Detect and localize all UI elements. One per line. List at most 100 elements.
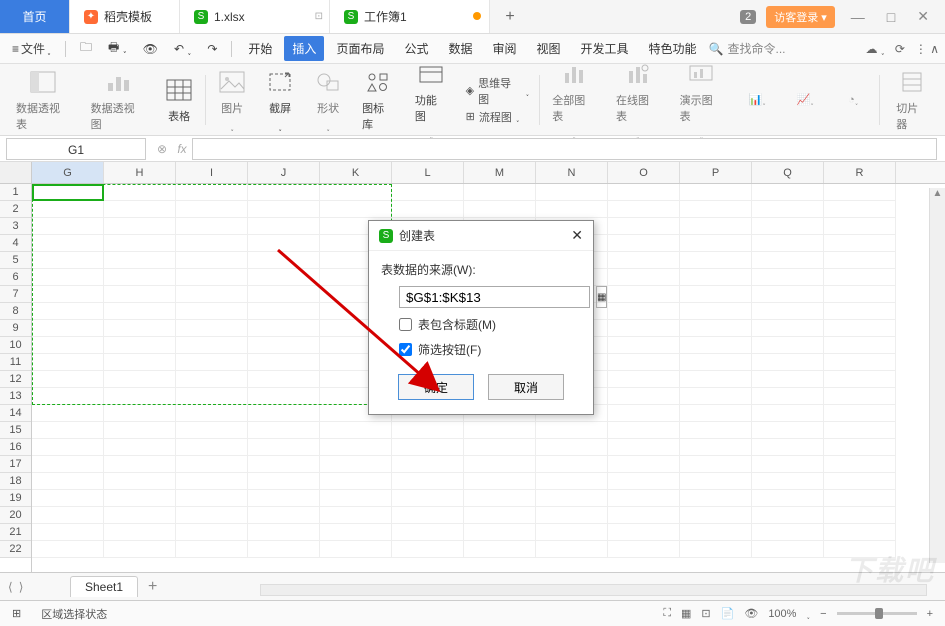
row-header[interactable]: 6 bbox=[0, 269, 31, 286]
btn-slicer[interactable]: 切片器 bbox=[888, 68, 937, 132]
col-header[interactable]: N bbox=[536, 162, 608, 183]
btn-flowchart[interactable]: ⊞ 流程图 ˯ bbox=[466, 109, 530, 125]
view-reading-icon[interactable]: 👁 bbox=[744, 607, 758, 620]
maximize-icon[interactable]: □ bbox=[881, 9, 901, 25]
tab-formula[interactable]: 公式 bbox=[396, 36, 436, 61]
cancel-button[interactable]: 取消 bbox=[488, 374, 564, 400]
btn-picture[interactable]: 图片 ˯ bbox=[210, 68, 254, 132]
vertical-scrollbar[interactable]: ▲ bbox=[929, 188, 945, 563]
qat-preview[interactable]: 👁 bbox=[137, 39, 164, 59]
row-header[interactable]: 8 bbox=[0, 303, 31, 320]
btn-allcharts[interactable]: 全部图表 ˯ bbox=[544, 60, 604, 140]
column-headers[interactable]: GHIJKLMNOPQR bbox=[32, 162, 945, 184]
fx-cancel[interactable]: ⊗ bbox=[152, 142, 172, 156]
row-header[interactable]: 4 bbox=[0, 235, 31, 252]
row-header[interactable]: 10 bbox=[0, 337, 31, 354]
close-icon[interactable]: ✕ bbox=[571, 227, 583, 244]
tab-devtools[interactable]: 开发工具 bbox=[573, 36, 637, 61]
zoom-in[interactable]: + bbox=[927, 608, 933, 620]
btn-bar-dd[interactable]: 📊˯ bbox=[735, 86, 779, 114]
btn-demochart[interactable]: 演示图表 ˯ bbox=[672, 60, 732, 140]
row-header[interactable]: 18 bbox=[0, 473, 31, 490]
qat-print[interactable]: 🖶 ˯ bbox=[102, 35, 133, 62]
notification-badge[interactable]: 2 bbox=[740, 10, 756, 24]
btn-pivottable[interactable]: 数据透视表 bbox=[8, 68, 79, 132]
login-button[interactable]: 访客登录 ▾ bbox=[766, 6, 835, 28]
zoom-value[interactable]: 100% bbox=[768, 608, 796, 620]
col-header[interactable]: O bbox=[608, 162, 680, 183]
col-header[interactable]: G bbox=[32, 162, 104, 183]
formula-input[interactable] bbox=[192, 138, 937, 160]
row-header[interactable]: 20 bbox=[0, 507, 31, 524]
row-header[interactable]: 15 bbox=[0, 422, 31, 439]
btn-mindmap[interactable]: ◈ 思维导图 ˯ bbox=[466, 75, 530, 107]
close-icon[interactable]: ✕ bbox=[911, 8, 935, 25]
row-header[interactable]: 11 bbox=[0, 354, 31, 371]
add-sheet-button[interactable]: + bbox=[148, 578, 157, 596]
tab-view[interactable]: 视图 bbox=[529, 36, 569, 61]
row-header[interactable]: 9 bbox=[0, 320, 31, 337]
col-header[interactable]: M bbox=[464, 162, 536, 183]
sheet-nav-first[interactable]: ⟨ bbox=[8, 580, 13, 594]
cloud-icon[interactable]: ☁ ˯ bbox=[865, 42, 884, 56]
fx-icon[interactable]: fx bbox=[172, 142, 192, 156]
new-tab-button[interactable]: + bbox=[490, 0, 530, 33]
row-header[interactable]: 13 bbox=[0, 388, 31, 405]
tab-data[interactable]: 数据 bbox=[440, 36, 480, 61]
col-header[interactable]: I bbox=[176, 162, 248, 183]
row-header[interactable]: 14 bbox=[0, 405, 31, 422]
col-header[interactable]: P bbox=[680, 162, 752, 183]
collapse-ribbon[interactable]: ⋮ ∧ bbox=[915, 42, 939, 56]
tab-insert[interactable]: 插入 bbox=[284, 36, 324, 61]
checkbox-filter[interactable] bbox=[399, 343, 412, 356]
row-header[interactable]: 7 bbox=[0, 286, 31, 303]
row-header[interactable]: 5 bbox=[0, 252, 31, 269]
range-picker-icon[interactable]: ▦ bbox=[596, 286, 607, 308]
qat-undo[interactable]: ↶ ˯ bbox=[168, 39, 197, 59]
sheet-tab[interactable]: Sheet1 bbox=[70, 576, 138, 597]
col-header[interactable]: Q bbox=[752, 162, 824, 183]
btn-table[interactable]: 表格 bbox=[157, 76, 201, 124]
source-input[interactable] bbox=[399, 286, 590, 308]
minimize-icon[interactable]: ― bbox=[845, 9, 871, 25]
view-pagebreak-icon[interactable]: ⊡ bbox=[701, 607, 710, 620]
btn-pie-dd[interactable]: ◔˯ bbox=[831, 86, 875, 114]
btn-iconlib[interactable]: 图标库 bbox=[354, 68, 403, 132]
close-icon[interactable]: ⊡ bbox=[315, 11, 323, 22]
qat-save[interactable]: 🗀 bbox=[74, 35, 98, 62]
qat-redo[interactable]: ↷ bbox=[201, 39, 223, 59]
tab-feature[interactable]: 特色功能 bbox=[641, 36, 705, 61]
view-normal-icon[interactable]: ▦ bbox=[681, 607, 691, 620]
tab-home[interactable]: 首页 bbox=[0, 0, 70, 33]
btn-pivotchart[interactable]: 数据透视图 bbox=[83, 68, 154, 132]
btn-screenshot[interactable]: 截屏 ˯ bbox=[258, 68, 302, 132]
tab-file-1[interactable]: S 1.xlsx ⊡ bbox=[180, 0, 330, 33]
select-all-corner[interactable] bbox=[0, 162, 31, 184]
tab-templates[interactable]: ✦ 稻壳模板 bbox=[70, 0, 180, 33]
tab-layout[interactable]: 页面布局 bbox=[328, 36, 392, 61]
row-header[interactable]: 3 bbox=[0, 218, 31, 235]
sheet-nav-last[interactable]: ⟩ bbox=[19, 580, 24, 594]
row-header[interactable]: 16 bbox=[0, 439, 31, 456]
btn-shapes[interactable]: 形状 ˯ bbox=[306, 68, 350, 132]
col-header[interactable]: K bbox=[320, 162, 392, 183]
col-header[interactable]: J bbox=[248, 162, 320, 183]
btn-func-chart[interactable]: 功能图 ˯ bbox=[407, 60, 456, 140]
ok-button[interactable]: 确定 bbox=[398, 374, 474, 400]
menu-hamburger[interactable]: ≡ 文件 ˯ bbox=[6, 37, 57, 60]
view-layout-icon[interactable]: 📄 bbox=[721, 607, 735, 620]
fullscreen-icon[interactable]: ⛶ bbox=[663, 607, 671, 620]
tab-start[interactable]: 开始 bbox=[240, 36, 280, 61]
row-header[interactable]: 1 bbox=[0, 184, 31, 201]
btn-line-dd[interactable]: 📈˯ bbox=[783, 86, 827, 114]
col-header[interactable]: R bbox=[824, 162, 896, 183]
row-header[interactable]: 19 bbox=[0, 490, 31, 507]
row-header[interactable]: 17 bbox=[0, 456, 31, 473]
zoom-out[interactable]: − bbox=[820, 608, 826, 620]
sync-icon[interactable]: ⟳ bbox=[895, 42, 905, 56]
col-header[interactable]: L bbox=[392, 162, 464, 183]
row-header[interactable]: 2 bbox=[0, 201, 31, 218]
layout-toggle-icon[interactable]: ⊞ bbox=[12, 607, 21, 620]
name-box[interactable]: G1 bbox=[6, 138, 146, 160]
horizontal-scrollbar[interactable] bbox=[260, 584, 927, 596]
